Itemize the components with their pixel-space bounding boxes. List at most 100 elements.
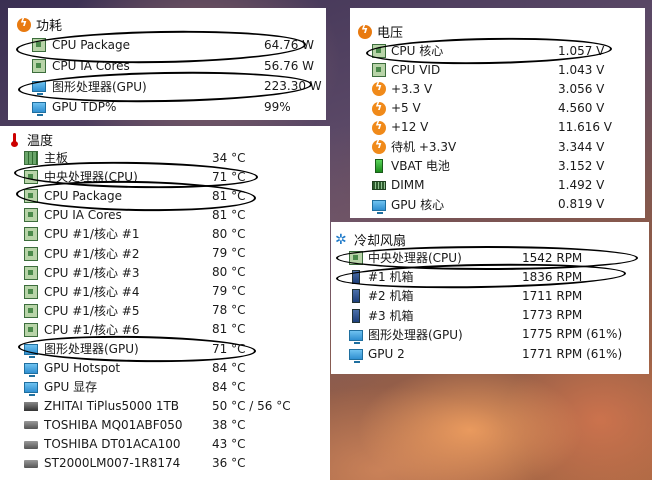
sensor-label: CPU #1/核心 #6 [44,322,140,337]
temperature-row[interactable]: ZHITAI TiPlus5000 1TB 50 °C / 56 °C [0,396,330,415]
power-row[interactable]: CPU Package 64.76 W [8,35,326,56]
power-panel-title: 功耗 [36,19,63,34]
case-fan-icon [352,308,360,323]
sensor-value: 223.30 W [264,79,322,94]
sensor-label: #2 机箱 [368,289,414,304]
sensor-value: 84 °C [212,379,246,394]
power-row[interactable]: GPU TDP% 99% [8,97,326,118]
battery-icon [375,159,383,174]
sensor-value: 1.043 V [558,62,605,77]
fan-panel-header: ✲ 冷却风扇 [335,230,407,250]
voltage-bolt-icon [358,23,372,39]
sensor-label: ZHITAI TiPlus5000 1TB [44,398,180,413]
voltage-row[interactable]: DIMM 1.492 V [350,175,645,194]
cpu-chip-icon [24,227,38,242]
motherboard-icon [24,151,38,165]
temperature-panel-header: 温度 [8,130,53,149]
sensor-value: 84 °C [212,360,246,375]
power-row[interactable]: CPU IA Cores 56.76 W [8,56,326,77]
voltage-row[interactable]: +5 V 4.560 V [350,99,645,118]
gpu-monitor-icon [24,363,38,378]
temperature-row[interactable]: TOSHIBA DT01ACA100 43 °C [0,435,330,454]
fan-panel-title: 冷却风扇 [354,234,407,249]
sensor-label: CPU #1/核心 #2 [44,246,140,261]
temperature-row[interactable]: TOSHIBA MQ01ABF050 38 °C [0,415,330,434]
gpu-monitor-icon [24,382,38,397]
power-panel-header: 功耗 [17,15,62,34]
case-fan-icon [352,289,360,304]
sensor-label: #3 机箱 [368,308,414,323]
sensor-label: 图形处理器(GPU) [368,327,463,342]
sensor-value: 71 °C [212,341,246,356]
fan-panel: ✲ 冷却风扇 中央处理器(CPU) 1542 RPM #1 机箱 1836 RPM #2… [331,222,649,374]
cpu-chip-icon [372,63,386,78]
sensor-label: 图形处理器(GPU) [52,79,147,94]
fan-row[interactable]: #2 机箱 1711 RPM [331,286,649,305]
temperature-row[interactable]: 图形处理器(GPU) 71 °C [0,339,330,358]
fan-row[interactable]: #3 机箱 1773 RPM [331,306,649,325]
fan-row[interactable]: 图形处理器(GPU) 1775 RPM (61%) [331,325,649,344]
power-bolt-icon [17,16,31,32]
sensor-value: 1.057 V [558,43,605,58]
temperature-row[interactable]: CPU #1/核心 #3 80 °C [0,263,330,282]
fan-row[interactable]: #1 机箱 1836 RPM [331,267,649,286]
temperature-row[interactable]: ST2000LM007-1R8174 36 °C [0,454,330,473]
hard-drive-icon [24,459,38,468]
voltage-row[interactable]: GPU 核心 0.819 V [350,195,645,214]
temperature-row[interactable]: 主板 34 °C [0,148,330,167]
sensor-label: CPU #1/核心 #4 [44,284,140,299]
sensor-label: CPU Package [52,38,130,53]
memory-dimm-icon [372,181,386,191]
temperature-row[interactable]: CPU #1/核心 #1 80 °C [0,224,330,243]
temperature-row[interactable]: 中央处理器(CPU) 71 °C [0,167,330,186]
fan-row[interactable]: GPU 2 1771 RPM (61%) [331,344,649,363]
power-row[interactable]: 图形处理器(GPU) 223.30 W [8,76,326,97]
cpu-chip-icon [24,170,38,185]
sensor-value: 3.056 V [558,81,605,96]
voltage-row[interactable]: CPU VID 1.043 V [350,60,645,79]
sensor-value: 81 °C [212,207,246,222]
voltage-row[interactable]: +12 V 11.616 V [350,118,645,137]
fan-row[interactable]: 中央处理器(CPU) 1542 RPM [331,248,649,267]
temperature-row[interactable]: GPU Hotspot 84 °C [0,358,330,378]
voltage-bolt-icon [372,119,386,135]
thermometer-icon [8,132,22,147]
sensor-label: GPU Hotspot [44,360,121,375]
sensor-label: 图形处理器(GPU) [44,342,139,357]
voltage-row[interactable]: VBAT 电池 3.152 V [350,156,645,175]
voltage-row[interactable]: CPU 核心 1.057 V [350,41,645,60]
temperature-row[interactable]: GPU 显存 84 °C [0,377,330,397]
temperature-row[interactable]: CPU #1/核心 #2 79 °C [0,244,330,263]
temperature-row[interactable]: CPU Package 81 °C [0,186,330,205]
sensor-label: VBAT 电池 [391,159,450,174]
sensor-value: 3.152 V [558,158,605,173]
cpu-chip-icon [32,58,46,73]
sensor-value: 99% [264,99,291,114]
temperature-row[interactable]: CPU #1/核心 #6 81 °C [0,320,330,339]
voltage-row[interactable]: +3.3 V 3.056 V [350,79,645,98]
temperature-row[interactable]: CPU #1/核心 #5 78 °C [0,301,330,320]
sensor-label: +12 V [391,120,429,135]
sensor-label: 中央处理器(CPU) [368,251,462,266]
sensor-value: 1836 RPM [522,269,583,284]
voltage-row[interactable]: 待机 +3.3V 3.344 V [350,137,645,156]
sensor-value: 81 °C [212,322,246,337]
gpu-monitor-icon [32,81,46,95]
sensor-label: #1 机箱 [368,270,414,285]
temperature-row[interactable]: CPU #1/核心 #4 79 °C [0,282,330,301]
cpu-chip-icon [24,208,38,223]
sensor-label: 主板 [44,151,69,166]
ssd-drive-icon [24,402,38,412]
voltage-bolt-icon [372,100,386,116]
sensor-value: 50 °C / 56 °C [212,398,291,413]
sensor-value: 1775 RPM (61%) [522,327,623,342]
sensor-label: CPU VID [391,62,441,77]
sensor-value: 38 °C [212,417,246,432]
sensor-value: 4.560 V [558,101,605,116]
cpu-chip-icon [24,246,38,261]
fan-icon: ✲ [335,231,347,248]
sensor-label: CPU #1/核心 #3 [44,265,140,280]
sensor-label: GPU 2 [368,346,405,361]
sensor-value: 56.76 W [264,58,315,73]
temperature-row[interactable]: CPU IA Cores 81 °C [0,205,330,224]
